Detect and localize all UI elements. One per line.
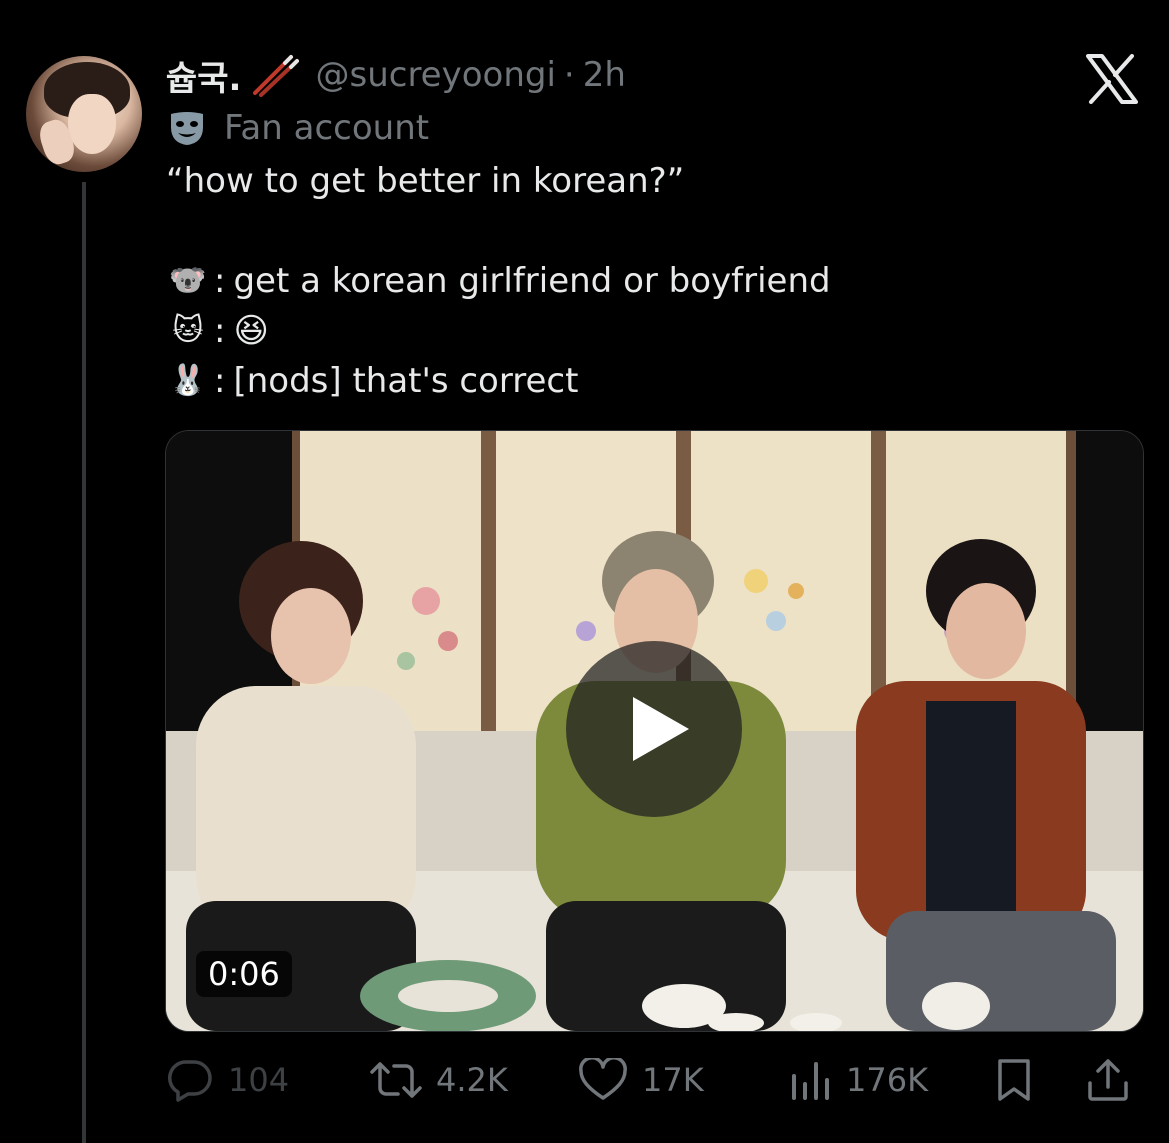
tweet-line-text: [nods] that's correct (233, 361, 579, 401)
avatar[interactable] (26, 56, 142, 172)
views-button[interactable]: 176K (790, 1052, 928, 1108)
tweet-line-rabbit: 🐰 : [nods] that's correct (166, 356, 1116, 406)
handle[interactable]: @sucreyoongi (315, 55, 555, 95)
tweet-line-cat: 🐱 : 😆 (166, 306, 1116, 356)
play-icon (633, 697, 689, 761)
separator-dot: · (563, 55, 575, 95)
tweet-line-text: get a korean girlfriend or boyfriend (233, 261, 831, 301)
share-icon (1088, 1059, 1128, 1101)
heart-icon (579, 1058, 627, 1100)
repost-button[interactable]: 4.2K (370, 1052, 508, 1108)
repost-icon (370, 1062, 422, 1098)
colon: : (214, 261, 226, 301)
like-button[interactable]: 17K (578, 1052, 704, 1108)
share-button[interactable] (1086, 1052, 1144, 1108)
tweet: 슙국. @sucreyoongi · 2h Fan account “how t… (0, 0, 1169, 1143)
views-icon (792, 1062, 829, 1100)
like-count: 17K (642, 1061, 704, 1099)
tweet-line-question: “how to get better in korean?” (166, 156, 1116, 206)
account-label-text: Fan account (224, 108, 430, 148)
thread-line (82, 182, 86, 1143)
colon: : (214, 311, 226, 351)
reply-icon (168, 1060, 212, 1102)
tweet-line-koala: 🐨 : get a korean girlfriend or boyfriend (166, 256, 1116, 306)
action-bar: 104 4.2K 17K 176K (166, 1052, 1146, 1108)
chopsticks-emoji-icon (251, 53, 300, 97)
rabbit-emoji-icon: 🐰 (169, 363, 207, 398)
reply-button[interactable]: 104 (166, 1052, 289, 1108)
timestamp[interactable]: 2h (583, 55, 626, 95)
cat-emoji-icon: 🐱 (172, 313, 204, 348)
tweet-text: “how to get better in korean?” 🐨 : get a… (166, 156, 1116, 406)
video-player[interactable]: 0:06 (165, 430, 1144, 1032)
bookmark-button[interactable] (994, 1052, 1048, 1108)
reply-count: 104 (228, 1061, 290, 1099)
mask-icon (168, 109, 206, 147)
x-logo-icon (1086, 54, 1138, 104)
view-count: 176K (846, 1061, 929, 1099)
koala-emoji-icon: 🐨 (169, 263, 207, 298)
display-name[interactable]: 슙국. (166, 51, 241, 100)
video-duration: 0:06 (196, 951, 292, 997)
account-label[interactable]: Fan account (168, 106, 429, 150)
colon: : (214, 361, 226, 401)
bookmark-icon (998, 1059, 1030, 1101)
laughing-emoji-icon: 😆 (233, 311, 269, 351)
play-button[interactable] (566, 641, 742, 817)
tweet-line-text: “how to get better in korean?” (166, 161, 685, 201)
tweet-header: 슙국. @sucreyoongi · 2h (166, 51, 626, 100)
repost-count: 4.2K (436, 1061, 508, 1099)
